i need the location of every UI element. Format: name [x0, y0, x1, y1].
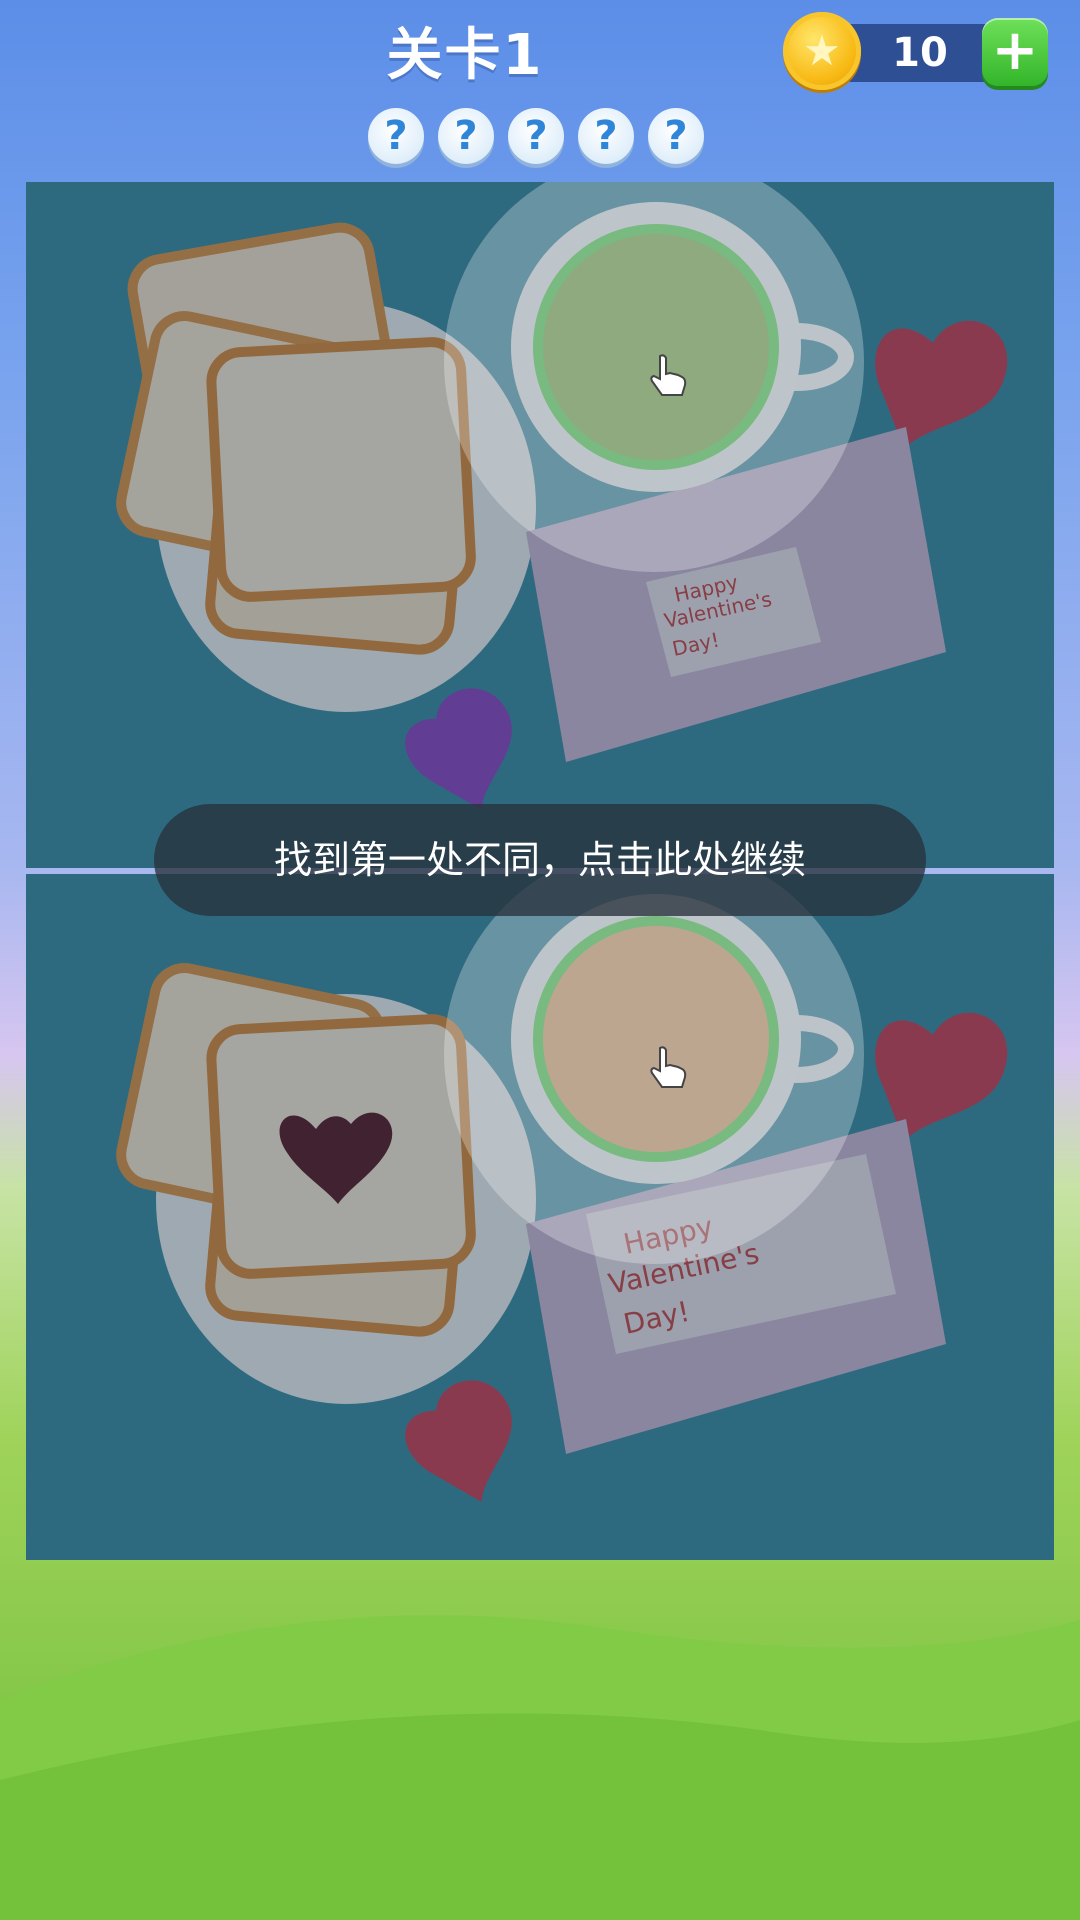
- hand-pointer-icon: [650, 354, 687, 396]
- plus-icon: +: [991, 18, 1039, 83]
- top-picture[interactable]: Happy Valentine's Day!: [26, 182, 1054, 868]
- coin-icon: ★: [783, 12, 861, 90]
- continue-tip-banner[interactable]: 找到第一处不同，点击此处继续: [154, 804, 926, 916]
- coin-count: 10: [892, 30, 948, 76]
- difference-slot: ?: [648, 108, 704, 164]
- hand-pointer-icon: [650, 1046, 687, 1088]
- difference-slot: ?: [508, 108, 564, 164]
- star-icon: ★: [803, 26, 841, 75]
- add-coins-button[interactable]: +: [982, 18, 1048, 86]
- background-hills: [0, 1615, 1080, 1920]
- difference-slot: ?: [438, 108, 494, 164]
- difference-slot: ?: [368, 108, 424, 164]
- difference-slot: ?: [578, 108, 634, 164]
- bottom-picture[interactable]: Happy Valentine's Day!: [26, 874, 1054, 1560]
- differences-progress: ? ? ? ? ?: [368, 108, 708, 168]
